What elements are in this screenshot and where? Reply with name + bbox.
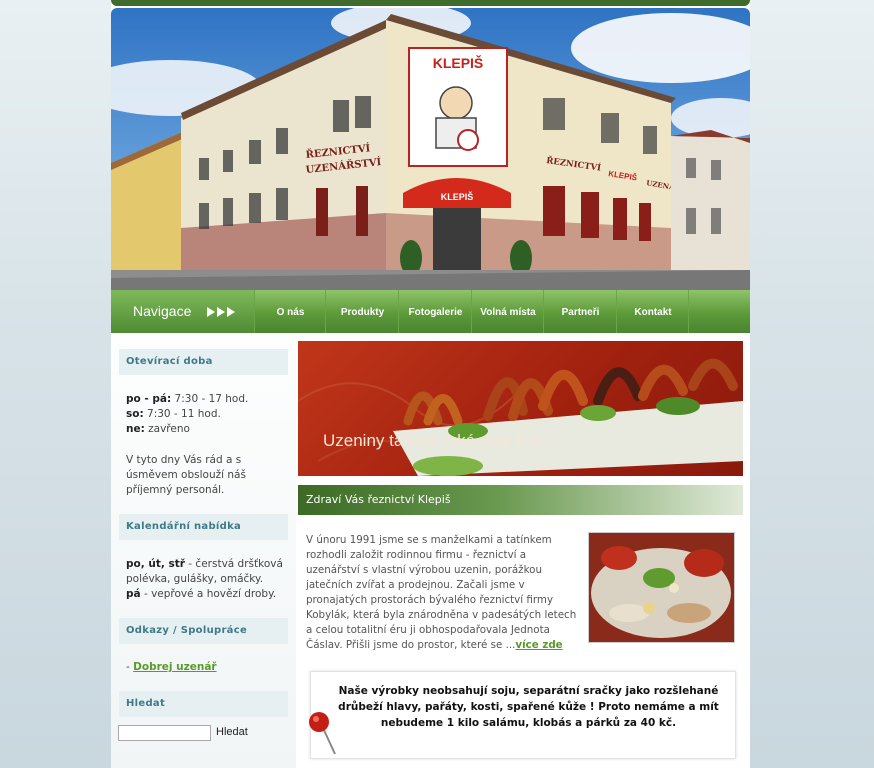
link-dobrej-uzenar[interactable]: Dobrej uzenář bbox=[133, 661, 216, 673]
opening-note: V tyto dny Vás rád a s úsměvem obslouží … bbox=[126, 454, 246, 496]
links-list: - Dobrej uzenář bbox=[126, 661, 217, 673]
banner-slogan: Uzeniny takové jaké mají být ! bbox=[323, 431, 549, 450]
calendar-heading: Kalendářní nabídka bbox=[119, 514, 288, 540]
pushpin-icon bbox=[309, 712, 336, 755]
nav-item-partneri[interactable]: Partneři bbox=[543, 290, 617, 333]
main-navigation: Navigace O nás Produkty Fotogalerie Voln… bbox=[111, 290, 750, 333]
notice-text: Naše výrobky neobsahují soju, separátní … bbox=[338, 685, 719, 729]
calendar-row: po, út, stř - čerstvá dršťková polévka, … bbox=[126, 558, 283, 585]
nav-divider bbox=[688, 290, 689, 333]
nav-title: Navigace bbox=[133, 303, 192, 319]
nav-item-produkty[interactable]: Produkty bbox=[325, 290, 399, 333]
article-text: V únoru 1991 jsme se s manželkami a tatí… bbox=[306, 534, 577, 651]
food-platter-image bbox=[588, 532, 735, 643]
nav-item-o-nas[interactable]: O nás bbox=[254, 290, 326, 333]
promo-banner: Uzeniny takové jaké mají být ! bbox=[298, 341, 743, 476]
opening-row: ne: zavřeno bbox=[126, 423, 190, 435]
sausages-image bbox=[298, 358, 743, 476]
top-bar bbox=[111, 0, 750, 6]
search-heading: Hledat bbox=[119, 691, 288, 717]
opening-row: po - pá: 7:30 - 17 hod. bbox=[126, 393, 249, 405]
page: KLEPIŠ ŘEZNICTVÍ UZENÁŘSTVÍ ŘEZNICTVÍ KL… bbox=[111, 0, 750, 768]
search-button[interactable]: Hledat bbox=[216, 726, 248, 738]
notice-box: Naše výrobky neobsahují soju, separátní … bbox=[310, 671, 736, 759]
svg-text:KLEPIŠ: KLEPIŠ bbox=[433, 54, 484, 71]
nav-title-block: Navigace bbox=[111, 290, 254, 333]
calendar-row: pá - vepřové a hovězí droby. bbox=[126, 588, 277, 600]
shop-building-image: KLEPIŠ ŘEZNICTVÍ UZENÁŘSTVÍ ŘEZNICTVÍ KL… bbox=[111, 8, 750, 290]
nav-item-volna-mista[interactable]: Volná místa bbox=[471, 290, 544, 333]
nav-item-fotogalerie[interactable]: Fotogalerie bbox=[398, 290, 472, 333]
opening-hours-heading: Otevírací doba bbox=[119, 349, 288, 375]
calendar-offers: po, út, stř - čerstvá dršťková polévka, … bbox=[126, 557, 291, 602]
triple-arrow-icon bbox=[207, 307, 235, 317]
svg-text:KLEPIŠ: KLEPIŠ bbox=[441, 191, 474, 202]
header-photo: KLEPIŠ ŘEZNICTVÍ UZENÁŘSTVÍ ŘEZNICTVÍ KL… bbox=[111, 8, 750, 290]
opening-row: so: 7:30 - 11 hod. bbox=[126, 408, 221, 420]
welcome-strip: Zdraví Vás řeznictví Klepiš bbox=[298, 485, 743, 515]
links-heading: Odkazy / Spolupráce bbox=[119, 618, 288, 644]
opening-hours-list: po - pá: 7:30 - 17 hod. so: 7:30 - 11 ho… bbox=[126, 392, 248, 437]
nav-item-kontakt[interactable]: Kontakt bbox=[616, 290, 689, 333]
welcome-title: Zdraví Vás řeznictví Klepiš bbox=[306, 493, 451, 506]
search-input[interactable] bbox=[118, 725, 211, 741]
more-link[interactable]: více zde bbox=[515, 639, 562, 651]
